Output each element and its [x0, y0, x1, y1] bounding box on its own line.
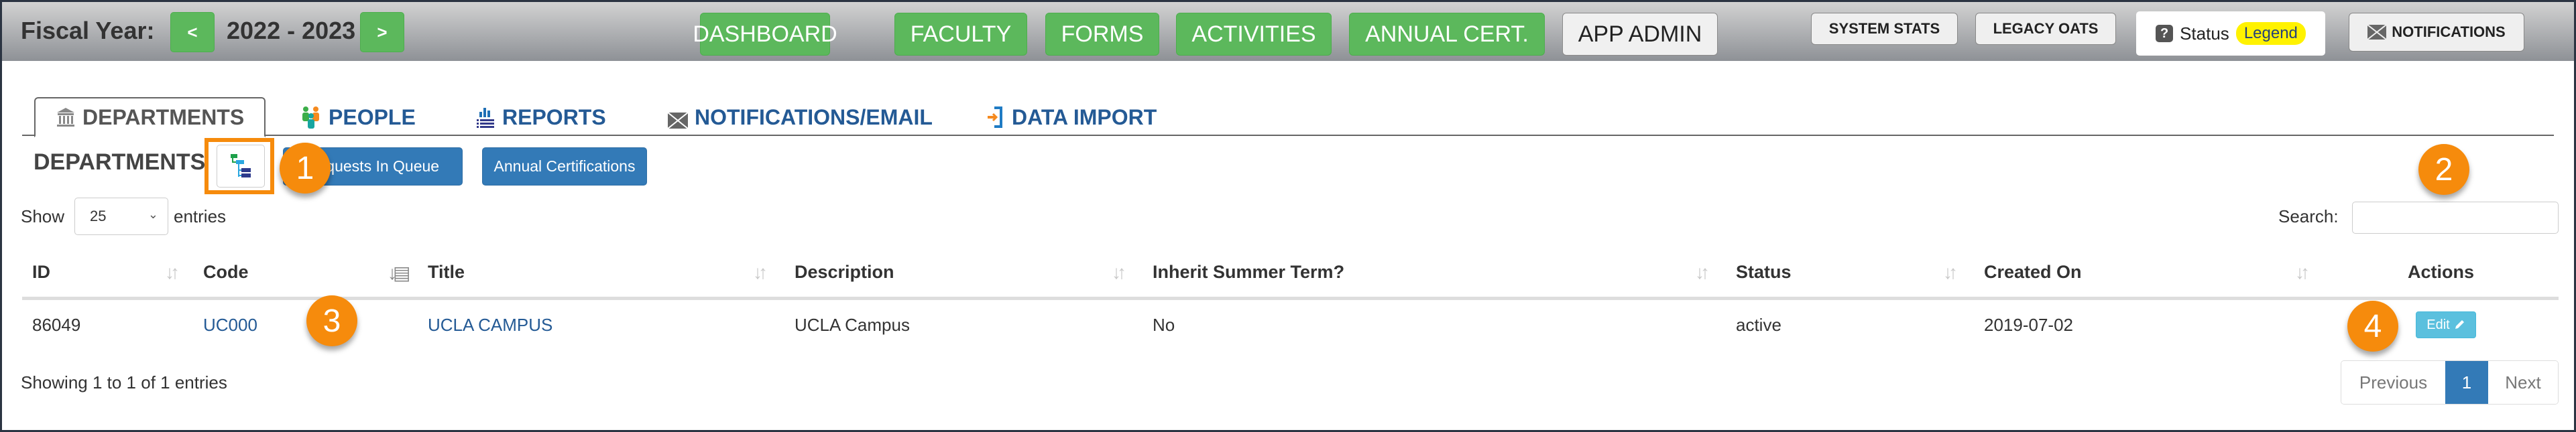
sort-icon: ↓↑	[1695, 262, 1710, 283]
pagination: Previous 1 Next	[2341, 360, 2559, 405]
notifications-button[interactable]: NOTIFICATIONS	[2349, 13, 2524, 52]
legend-badge: Legend	[2235, 22, 2306, 45]
callout-badge: 3	[306, 295, 357, 346]
envelope-icon	[667, 109, 689, 129]
callout-badge: 2	[2418, 144, 2469, 195]
table-row: 86049 UC000 UCLA CAMPUS UCLA Campus No a…	[22, 300, 2559, 350]
edit-label: Edit	[2426, 317, 2450, 332]
cell-description: UCLA Campus	[795, 315, 910, 335]
tab-label: REPORTS	[502, 104, 606, 129]
cell-status: active	[1736, 315, 1781, 335]
nav-app-admin-button[interactable]: APP ADMIN	[1562, 13, 1718, 56]
cell-title-link[interactable]: UCLA CAMPUS	[428, 315, 552, 336]
building-icon	[56, 106, 76, 128]
tab-label: NOTIFICATIONS/EMAIL	[695, 104, 933, 129]
column-header-inherit-summer-term[interactable]: Inherit Summer Term?	[1153, 262, 1344, 283]
nav-annual-cert-button[interactable]: ANNUAL CERT.	[1349, 13, 1545, 56]
column-header-actions: Actions	[2408, 262, 2475, 282]
nav-forms-button[interactable]: FORMS	[1045, 13, 1159, 56]
sort-icon: ↓↑	[2295, 262, 2310, 283]
column-header-created-on[interactable]: Created On	[1984, 262, 2082, 283]
column-header-title[interactable]: Title	[428, 262, 465, 283]
edit-button[interactable]: Edit	[2416, 311, 2476, 338]
entries-label: entries	[174, 206, 227, 226]
sort-icon: ↓↑	[1112, 262, 1126, 283]
next-page-button[interactable]: Next	[2488, 361, 2558, 404]
column-header-code[interactable]: Code	[203, 262, 249, 283]
import-icon	[986, 106, 1005, 129]
fiscal-year-value: 2022 - 2023	[227, 17, 356, 44]
sort-icon: ↓↑	[1943, 262, 1958, 283]
tab-reports[interactable]: REPORTS	[475, 97, 606, 137]
search-label: Search:	[2278, 206, 2339, 226]
cell-id: 86049	[32, 315, 81, 335]
tab-data-import[interactable]: DATA IMPORT	[986, 97, 1157, 137]
cell-inherit-summer-term: No	[1153, 315, 1175, 335]
search-input[interactable]	[2352, 202, 2559, 234]
tab-bar: DEPARTMENTS PEOPLE REPORTS NOTIFICATIONS…	[22, 96, 2554, 137]
entries-per-page-value: 25	[90, 208, 107, 224]
tab-label: DATA IMPORT	[1012, 104, 1157, 129]
legacy-oats-button[interactable]: LEGACY OATS	[1975, 13, 2116, 45]
chevron-down-icon: ⌄	[148, 208, 158, 221]
nav-activities-button[interactable]: ACTIVITIES	[1176, 13, 1332, 56]
next-year-button[interactable]: >	[360, 12, 404, 52]
nav-faculty-button[interactable]: FACULTY	[894, 13, 1027, 56]
hierarchy-tree-icon	[229, 153, 252, 179]
tab-people[interactable]: PEOPLE	[300, 97, 416, 137]
previous-page-button[interactable]: Previous	[2341, 361, 2445, 404]
chart-list-icon	[475, 106, 495, 128]
table-info-text: Showing 1 to 1 of 1 entries	[21, 372, 227, 392]
pencil-icon	[2453, 319, 2465, 331]
sort-descending-icon: ↓▤	[388, 263, 411, 283]
top-bar: Fiscal Year: < 2022 - 2023 > DASHBOARD F…	[2, 2, 2574, 61]
status-legend-button[interactable]: ? Status Legend	[2136, 11, 2325, 56]
sort-icon: ↓↑	[165, 262, 180, 283]
hierarchy-tree-button[interactable]	[217, 145, 265, 188]
sort-icon: ↓↑	[753, 262, 768, 283]
departments-table: ID ↓↑ Code ↓▤ Title ↓↑ Description ↓↑ In…	[22, 250, 2559, 350]
cell-created-on: 2019-07-02	[1984, 315, 2073, 335]
column-header-description[interactable]: Description	[795, 262, 894, 283]
callout-badge: 1	[280, 143, 331, 194]
column-header-id[interactable]: ID	[32, 262, 50, 283]
annual-certifications-button[interactable]: Annual Certifications	[482, 147, 647, 186]
help-icon: ?	[2156, 25, 2174, 42]
previous-year-button[interactable]: <	[170, 12, 215, 52]
notifications-label: NOTIFICATIONS	[2392, 23, 2506, 40]
table-header: ID ↓↑ Code ↓▤ Title ↓↑ Description ↓↑ In…	[22, 250, 2559, 300]
tab-notifications-email[interactable]: NOTIFICATIONS/EMAIL	[667, 97, 933, 137]
section-title: DEPARTMENTS	[34, 149, 206, 175]
fiscal-year-label: Fiscal Year:	[21, 17, 155, 44]
envelope-icon	[2367, 24, 2387, 40]
status-label: Status	[2180, 23, 2229, 44]
page-1-button[interactable]: 1	[2445, 361, 2488, 404]
entries-per-page-select[interactable]: 25 ⌄	[74, 198, 168, 235]
tab-label: DEPARTMENTS	[82, 104, 245, 129]
tab-label: PEOPLE	[329, 104, 416, 129]
show-label: Show	[21, 206, 65, 226]
system-stats-button[interactable]: SYSTEM STATS	[1811, 13, 1958, 45]
column-header-status[interactable]: Status	[1736, 262, 1792, 283]
tab-departments[interactable]: DEPARTMENTS	[34, 97, 266, 137]
callout-badge: 4	[2347, 301, 2398, 352]
nav-dashboard-button[interactable]: DASHBOARD	[693, 13, 837, 56]
cell-code-link[interactable]: UC000	[203, 315, 257, 336]
people-icon	[300, 106, 322, 129]
